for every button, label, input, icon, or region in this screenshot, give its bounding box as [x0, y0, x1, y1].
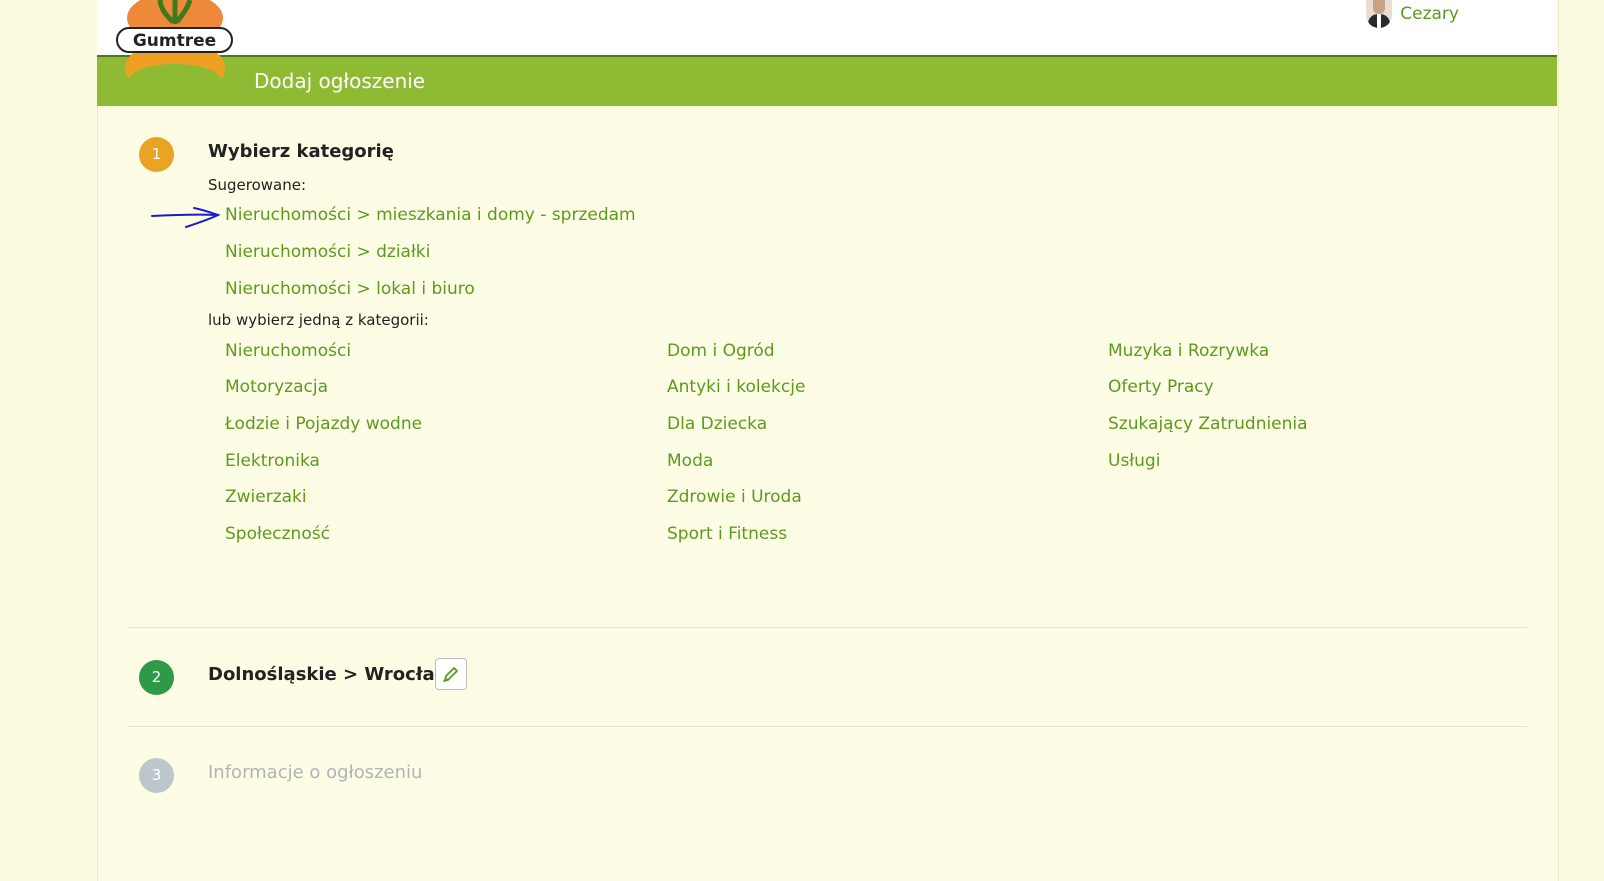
category-link[interactable]: Usługi: [1108, 451, 1160, 471]
suggested-category-link[interactable]: Nieruchomości > mieszkania i domy - sprz…: [225, 205, 636, 225]
category-link[interactable]: Antyki i kolekcje: [667, 377, 805, 397]
category-link[interactable]: Moda: [667, 451, 713, 471]
top-bar: Cezary: [97, 0, 1557, 57]
step-3-title: Informacje o ogłoszeniu: [208, 762, 423, 783]
step-2-badge: 2: [139, 660, 174, 695]
page-header-bar: Dodaj ogłoszenie: [97, 57, 1557, 106]
user-menu[interactable]: Cezary: [1366, 0, 1459, 28]
category-link[interactable]: Oferty Pracy: [1108, 377, 1214, 397]
logo-text: Gumtree: [133, 31, 216, 51]
page-title: Dodaj ogłoszenie: [254, 69, 426, 93]
suggested-category-link[interactable]: Nieruchomości > lokal i biuro: [225, 279, 475, 299]
step-1-badge: 1: [139, 137, 174, 172]
category-link[interactable]: Dla Dziecka: [667, 414, 767, 434]
choose-category-label: lub wybierz jedną z kategorii:: [208, 311, 429, 329]
edit-location-button[interactable]: [435, 658, 467, 690]
category-link[interactable]: Zwierzaki: [225, 487, 307, 507]
suggested-label: Sugerowane:: [208, 176, 307, 194]
step-2-title: Dolnośląskie > Wrocław: [208, 664, 452, 685]
gumtree-logo[interactable]: Gumtree: [115, 0, 245, 98]
section-divider: [127, 627, 1527, 628]
section-divider: [127, 726, 1527, 727]
category-link[interactable]: Motoryzacja: [225, 377, 328, 397]
step-3-badge: 3: [139, 758, 174, 793]
category-link[interactable]: Muzyka i Rozrywka: [1108, 341, 1269, 361]
category-link[interactable]: Szukający Zatrudnienia: [1108, 414, 1308, 434]
category-link[interactable]: Społeczność: [225, 524, 330, 544]
pencil-icon: [443, 667, 458, 682]
category-link[interactable]: Dom i Ogród: [667, 341, 775, 361]
user-avatar: [1366, 0, 1393, 28]
category-link[interactable]: Nieruchomości: [225, 341, 351, 361]
user-name[interactable]: Cezary: [1400, 4, 1459, 24]
hand-drawn-arrow-icon: [151, 207, 221, 228]
page-background: [97, 0, 1559, 881]
suggested-category-link[interactable]: Nieruchomości > działki: [225, 242, 430, 262]
category-link[interactable]: Sport i Fitness: [667, 524, 787, 544]
category-link[interactable]: Łodzie i Pojazdy wodne: [225, 414, 422, 434]
step-1-title: Wybierz kategorię: [208, 141, 394, 162]
category-link[interactable]: Elektronika: [225, 451, 320, 471]
category-link[interactable]: Zdrowie i Uroda: [667, 487, 802, 507]
